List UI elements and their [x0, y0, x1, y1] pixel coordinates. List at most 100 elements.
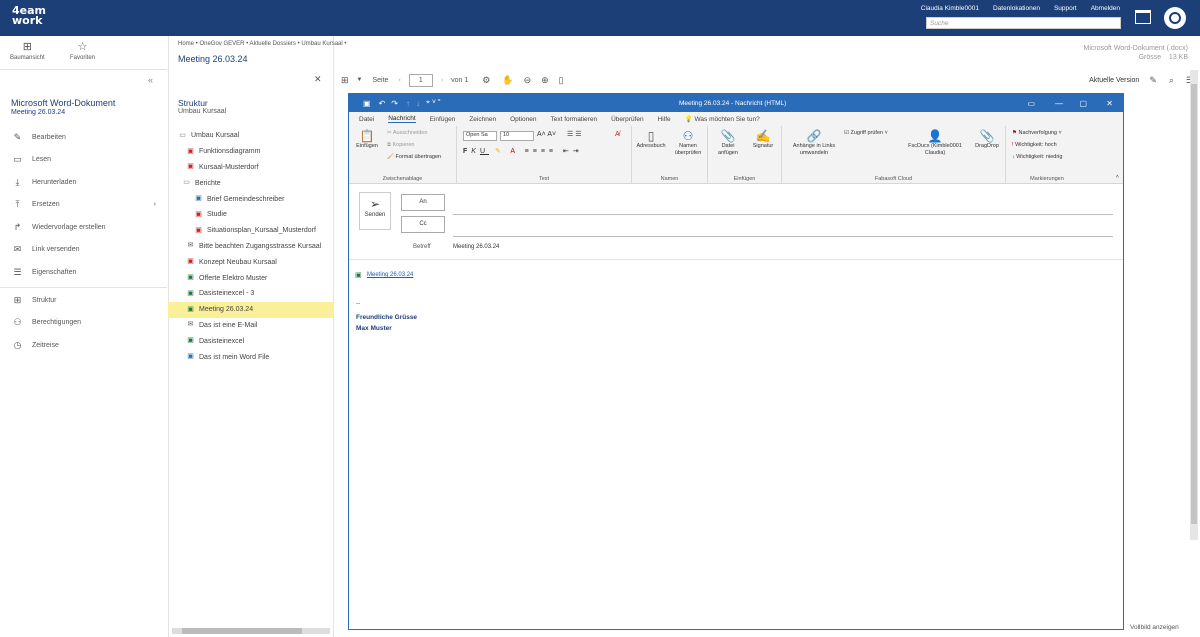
chevron-down-icon[interactable]: ▼ — [357, 77, 363, 83]
link-datenlokationen[interactable]: Datenlokationen — [993, 5, 1040, 12]
favorites-button[interactable]: ☆ Favoriten — [70, 40, 95, 61]
bullets-icon[interactable]: ☰ ☰ — [567, 131, 582, 138]
tree-item-selected[interactable]: ▣ Meeting 26.03.24 — [168, 301, 334, 318]
tree-item[interactable]: ▣ Konzept Neubau Kursaal — [168, 254, 334, 270]
prev-page-icon[interactable]: ‹ — [398, 77, 400, 84]
paste-button[interactable]: 📋 Einfügen — [354, 129, 380, 150]
tree-item[interactable]: ✉ Das ist eine E-Mail — [168, 318, 334, 334]
importance-high-button[interactable]: ! Wichtigkeit: hoch — [1012, 142, 1057, 149]
check-names-button[interactable]: ⚇ Namen überprüfen — [670, 129, 706, 157]
attachment-link[interactable]: Meeting 26.03.24 — [367, 272, 413, 278]
thumbnails-icon[interactable]: ⊞ — [341, 75, 349, 86]
up-icon[interactable]: ↑ — [406, 99, 410, 108]
attachments-to-links-button[interactable]: 🔗 Anhänge in Links umwandeln — [786, 129, 842, 157]
link-abmelden[interactable]: Abmelden — [1091, 5, 1120, 12]
ribbon-display-icon[interactable]: ▭ — [1027, 99, 1035, 108]
redo-icon[interactable]: ↷ — [391, 99, 398, 108]
menu-link-versenden[interactable]: ✉ Link versenden — [0, 239, 167, 262]
menu-lesen[interactable]: ▭ Lesen — [0, 149, 167, 172]
tab-einfuegen[interactable]: Einfügen — [430, 116, 456, 123]
tree-item[interactable]: ▣ Dasisteinexcel — [168, 333, 334, 349]
copy-button[interactable]: ⧉ Kopieren — [387, 142, 415, 149]
close-icon[interactable]: ✕ — [314, 74, 322, 85]
quickaccess-icon[interactable]: ⌖ ˅ ⁼ — [426, 99, 440, 107]
vertical-scrollbar[interactable] — [1190, 70, 1198, 540]
version-select[interactable]: Aktuelle Version — [1089, 77, 1139, 84]
settings-icon[interactable]: ⚙ — [482, 75, 490, 86]
format-buttons[interactable]: FKU ✎ A ≡≡≡≡ ⇤⇥ — [463, 148, 583, 155]
menu-berechtigungen[interactable]: ⚇ Berechtigungen — [0, 312, 167, 335]
tree-item[interactable]: ✉ Bitte beachten Zugangsstrasse Kursaal — [168, 239, 334, 255]
tab-nachricht[interactable]: Nachricht — [388, 115, 416, 123]
attach-file-button[interactable]: 📎 Datei anfügen — [711, 129, 745, 157]
tree-item[interactable]: ▣ Offerte Elektro Muster — [168, 270, 334, 286]
tree-item[interactable]: ▣ Dasisteinexcel - 3 — [168, 286, 334, 302]
tree-item[interactable]: ▣ Das ist mein Word File — [168, 349, 334, 365]
dragdrop-button[interactable]: 📎 DragDrop — [970, 129, 1004, 150]
font-grow-icon[interactable]: A˄ A˅ — [537, 131, 556, 138]
collapse-icon[interactable]: « — [148, 75, 153, 85]
menu-zeitreise[interactable]: ◷ Zeitreise — [0, 334, 167, 357]
cc-button[interactable]: Cc — [401, 216, 445, 233]
tree-item[interactable]: ▣ Funktionsdiagramm — [168, 144, 334, 160]
breadcrumb[interactable]: Home • OneGov GEVER • Aktuelle Dossiers … — [178, 41, 346, 47]
zoom-out-icon[interactable]: ⊖ — [524, 75, 532, 86]
cc-field[interactable] — [453, 236, 1113, 237]
tab-datei[interactable]: Datei — [359, 116, 374, 123]
font-size-select[interactable]: 10 — [500, 131, 534, 141]
menu-bearbeiten[interactable]: ✎ Bearbeiten — [0, 126, 167, 149]
link-support[interactable]: Support — [1054, 5, 1077, 12]
followup-button[interactable]: ⚑ Nachverfolgung ˅ — [1012, 130, 1062, 137]
fabasoft-user-button[interactable]: 👤 FscDucx (Kimble0001 Claudia) — [902, 129, 968, 157]
check-access-button[interactable]: ☑ Zugriff prüfen ˅ — [844, 130, 888, 137]
tab-zeichnen[interactable]: Zeichnen — [469, 116, 496, 123]
tab-ueberpruefen[interactable]: Überprüfen — [611, 116, 644, 123]
user-name[interactable]: Claudia Kimble0001 — [921, 5, 979, 12]
minimize-icon[interactable]: — — [1055, 99, 1063, 108]
page-number-input[interactable]: 1 — [408, 73, 433, 87]
clear-format-icon[interactable]: A̸ — [615, 131, 620, 138]
tab-hilfe[interactable]: Hilfe — [658, 116, 671, 123]
zoom-in-icon[interactable]: ⊕ — [541, 75, 549, 86]
horizontal-scrollbar[interactable] — [172, 628, 330, 634]
tree-item[interactable]: ▭ Umbau Kursaal — [168, 128, 334, 144]
close-window-icon[interactable]: ✕ — [1106, 99, 1113, 108]
menu-ersetzen[interactable]: ⤒ Ersetzen › — [0, 194, 167, 217]
tree-item[interactable]: ▭ Berichte — [168, 175, 334, 191]
windows-icon[interactable] — [1135, 10, 1151, 24]
font-name-select[interactable]: Open Sa — [463, 131, 497, 141]
maximize-icon[interactable]: ▢ — [1079, 99, 1087, 108]
tree-view-button[interactable]: ⊞ Baumansicht — [10, 40, 45, 61]
save-icon[interactable]: ▣ — [363, 99, 371, 108]
next-page-icon[interactable]: › — [441, 77, 443, 84]
hand-icon[interactable]: ✋ — [502, 75, 513, 86]
send-button[interactable]: ➢ Senden — [359, 192, 391, 230]
tree-item[interactable]: ▣ Kursaal-Musterdorf — [168, 160, 334, 176]
collapse-ribbon-icon[interactable]: ˄ — [1116, 174, 1119, 181]
tell-me-input[interactable]: 💡 Was möchten Sie tun? — [685, 115, 760, 123]
fullscreen-button[interactable]: Vollbild anzeigen — [1130, 624, 1179, 631]
profile-icon[interactable] — [1164, 7, 1186, 29]
signature-button[interactable]: ✍ Signatur — [746, 129, 780, 150]
menu-eigenschaften[interactable]: ☰ Eigenschaften — [0, 261, 167, 284]
pen-icon[interactable]: ✎ — [1149, 75, 1157, 86]
search-input[interactable]: Suche — [926, 17, 1121, 29]
tree-item[interactable]: ▣ Situationsplan_Kursaal_Musterdorf — [168, 223, 334, 239]
fit-page-icon[interactable]: ▯ — [559, 75, 564, 86]
tree-item[interactable]: ▣ Brief Gemeindeschreiber — [168, 191, 334, 207]
tab-optionen[interactable]: Optionen — [510, 116, 536, 123]
down-icon[interactable]: ↓ — [416, 99, 420, 108]
to-field[interactable] — [453, 214, 1113, 215]
menu-wiedervorlage[interactable]: ↱ Wiedervorlage erstellen — [0, 216, 167, 239]
tree-item[interactable]: ▣ Studie — [168, 207, 334, 223]
menu-herunterladen[interactable]: ⤓ Herunterladen — [0, 171, 167, 194]
teamwork-logo[interactable]: 4eam work — [12, 5, 46, 26]
importance-low-button[interactable]: ↓ Wichtigkeit: niedrig — [1012, 154, 1062, 161]
to-button[interactable]: An — [401, 194, 445, 211]
tab-text-formatieren[interactable]: Text formatieren — [550, 116, 597, 123]
format-painter-button[interactable]: 🖌 Format übertragen — [387, 154, 441, 161]
subject-field[interactable]: Meeting 26.03.24 — [453, 244, 499, 250]
undo-icon[interactable]: ↶ — [379, 99, 386, 108]
cut-button[interactable]: ✂ Ausschneiden — [387, 130, 427, 137]
menu-struktur[interactable]: ⊞ Struktur — [0, 289, 167, 312]
